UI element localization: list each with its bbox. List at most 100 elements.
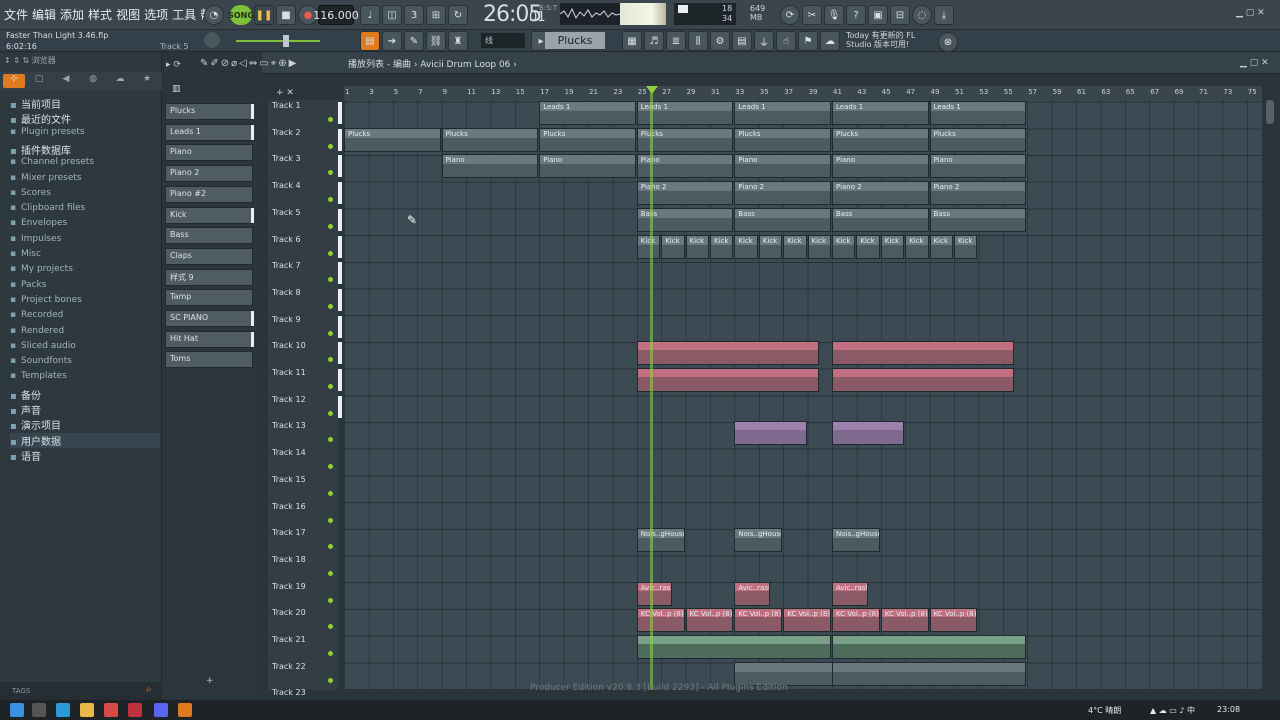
pattern-clip[interactable]: Kick bbox=[856, 234, 880, 259]
pencil-icon[interactable]: ✎ bbox=[404, 31, 424, 51]
wait-input-icon[interactable]: ◫ bbox=[382, 5, 402, 25]
pattern-clip[interactable]: Leads 1 bbox=[734, 101, 831, 125]
browser-item[interactable]: ▪ Clipboard files bbox=[10, 203, 85, 213]
pattern-clip[interactable]: Kick bbox=[783, 234, 807, 259]
news-panel[interactable]: Today 有更新的 FL Studio 版本可用! bbox=[846, 31, 915, 49]
browser-item[interactable]: ▪ Envelopes bbox=[10, 218, 67, 228]
pattern-clip[interactable] bbox=[636, 341, 819, 366]
pattern-clip[interactable] bbox=[636, 368, 819, 392]
browser-item[interactable]: ▪ 演示项目 bbox=[10, 417, 61, 432]
fl-logo-icon[interactable]: ⊗ bbox=[938, 32, 958, 52]
browser-item[interactable]: ▪ Project bones bbox=[10, 295, 82, 305]
menu-item[interactable]: 编辑 bbox=[32, 6, 56, 23]
pattern-clip[interactable]: KC Vol..p (8) bbox=[636, 608, 685, 633]
browser-item[interactable]: ▪ 声音 bbox=[10, 402, 41, 417]
playlist-options-icon[interactable]: ▸ ⟳ bbox=[166, 60, 181, 70]
browser-item[interactable]: ▪ 备份 bbox=[10, 387, 41, 402]
channel-button[interactable]: 样式 9 bbox=[165, 268, 253, 286]
mixer-window-icon[interactable]: ⫼ bbox=[688, 31, 708, 51]
app-red2-icon[interactable] bbox=[128, 703, 142, 717]
pattern-clip[interactable]: Kick bbox=[758, 234, 783, 259]
track-name[interactable]: Track 7 bbox=[272, 261, 301, 270]
download-icon[interactable]: ⤓ bbox=[934, 5, 954, 25]
pattern-clip[interactable]: Piano 2 bbox=[734, 181, 831, 206]
pattern-clip[interactable]: KC Vol..p (8) bbox=[734, 608, 783, 633]
tags-bar[interactable]: TAGS bbox=[0, 682, 162, 700]
pattern-clip[interactable]: Nois..gHouse bbox=[734, 528, 783, 553]
project-browser-icon[interactable]: ▤ bbox=[732, 31, 752, 51]
mixer-icon[interactable]: ✂ bbox=[802, 5, 822, 25]
track-enable-led[interactable] bbox=[328, 277, 333, 283]
explorer-icon[interactable] bbox=[80, 703, 94, 717]
edge-icon[interactable] bbox=[56, 703, 70, 717]
snap-selector[interactable]: 线 bbox=[481, 33, 525, 48]
start-icon[interactable] bbox=[10, 703, 24, 717]
track-enable-led[interactable] bbox=[328, 464, 333, 470]
playlist-window-controls[interactable]: ▁ ▢ ✕ bbox=[1240, 58, 1269, 68]
link-icon[interactable]: ⛓ bbox=[426, 31, 446, 51]
track-name[interactable]: Track 19 bbox=[272, 582, 306, 591]
app-red-icon[interactable] bbox=[104, 703, 118, 717]
browser-item[interactable]: ▪ Misc bbox=[10, 249, 41, 259]
stamp-icon[interactable]: ♜ bbox=[448, 31, 468, 51]
browser-item[interactable]: ▪ Rendered bbox=[10, 326, 64, 336]
track-name[interactable]: Track 17 bbox=[272, 528, 306, 537]
pattern-clip[interactable]: KC Vol..p (8) bbox=[783, 608, 831, 633]
track-enable-led[interactable] bbox=[328, 143, 333, 149]
pattern-clip[interactable]: Piano bbox=[441, 154, 539, 179]
track-enable-led[interactable] bbox=[328, 544, 333, 550]
track-enable-led[interactable] bbox=[328, 223, 333, 229]
track-enable-led[interactable] bbox=[328, 384, 333, 389]
timeline-ruler[interactable]: 1 3 5 7 9 11 13 15 17 19 21 23 25 27 29 31 33 35 37 39 41 43 4… bbox=[344, 86, 1262, 100]
pattern-clip[interactable]: Piano bbox=[539, 154, 636, 179]
browser-item[interactable]: ▪ Packs bbox=[10, 280, 46, 290]
playhead[interactable] bbox=[650, 86, 653, 690]
menu-item[interactable]: 视图 bbox=[116, 6, 140, 23]
playlist-tools-icon[interactable]: ✎✐⊘⌀◁⇔▭⌖⊕▶ bbox=[200, 58, 298, 69]
channel-button[interactable]: Tamp bbox=[165, 289, 253, 307]
search-icon[interactable] bbox=[32, 703, 46, 717]
browser-item[interactable]: ▪ Plugin presets bbox=[10, 127, 85, 137]
playhead-marker-icon[interactable] bbox=[646, 86, 658, 94]
weather-widget[interactable]: 4°C 晴朗 bbox=[1088, 705, 1121, 716]
help-icon[interactable]: ? bbox=[846, 5, 866, 25]
pattern-clip[interactable]: Piano 2 bbox=[832, 181, 929, 206]
pattern-clip[interactable] bbox=[832, 368, 1014, 392]
track-enable-led[interactable] bbox=[328, 490, 333, 496]
playlist-icon[interactable]: ▦ bbox=[622, 31, 642, 51]
track-enable-led[interactable] bbox=[328, 197, 333, 203]
song-mode-button[interactable]: SONG bbox=[228, 5, 254, 25]
track-name[interactable]: Track 3 bbox=[272, 154, 301, 163]
track-enable-led[interactable] bbox=[328, 117, 333, 122]
track-enable-led[interactable] bbox=[328, 677, 333, 683]
channel-button[interactable]: Piano bbox=[165, 144, 253, 162]
plug-icon[interactable]: ⏚ bbox=[754, 31, 774, 51]
pattern-clip[interactable]: Bass bbox=[929, 207, 1027, 232]
pattern-selector[interactable]: Plucks bbox=[545, 32, 605, 49]
track-name[interactable]: Track 11 bbox=[272, 368, 306, 377]
track-name[interactable]: Track 10 bbox=[272, 341, 306, 350]
performance-icon[interactable]: ⚑ bbox=[798, 31, 818, 51]
channel-button[interactable]: Piano 2 bbox=[165, 165, 253, 183]
track-enable-led[interactable] bbox=[328, 570, 333, 576]
track-enable-led[interactable] bbox=[328, 303, 333, 309]
master-volume-slider[interactable] bbox=[236, 40, 320, 42]
pattern-clip[interactable]: KC Vol..p (8) bbox=[832, 608, 880, 633]
track-name[interactable]: Track 2 bbox=[272, 128, 301, 137]
touch-icon[interactable]: ☝ bbox=[776, 31, 796, 51]
track-name[interactable]: Track 9 bbox=[272, 315, 301, 324]
pattern-clip[interactable]: Leads 1 bbox=[832, 101, 929, 125]
channel-button[interactable]: Hit Hat bbox=[165, 330, 253, 348]
track-name[interactable]: Track 6 bbox=[272, 235, 301, 244]
pattern-clip[interactable]: Avic..rash bbox=[734, 581, 770, 606]
browser-item[interactable]: ▪ Impulses bbox=[10, 234, 61, 244]
pattern-clip[interactable]: Bass bbox=[832, 207, 929, 232]
track-name[interactable]: Track 20 bbox=[272, 608, 306, 617]
pattern-clip[interactable]: Avic..rash bbox=[832, 581, 868, 606]
pattern-clip[interactable]: Kick bbox=[636, 234, 661, 259]
pattern-clip[interactable]: Nois..gHouse bbox=[636, 528, 685, 553]
pattern-clip[interactable] bbox=[832, 661, 1027, 686]
track-name[interactable]: Track 21 bbox=[272, 635, 306, 644]
browser-item[interactable]: ▪ 用户数据 bbox=[10, 432, 160, 448]
pattern-clip[interactable]: KC Vol..p (8) bbox=[685, 608, 734, 633]
